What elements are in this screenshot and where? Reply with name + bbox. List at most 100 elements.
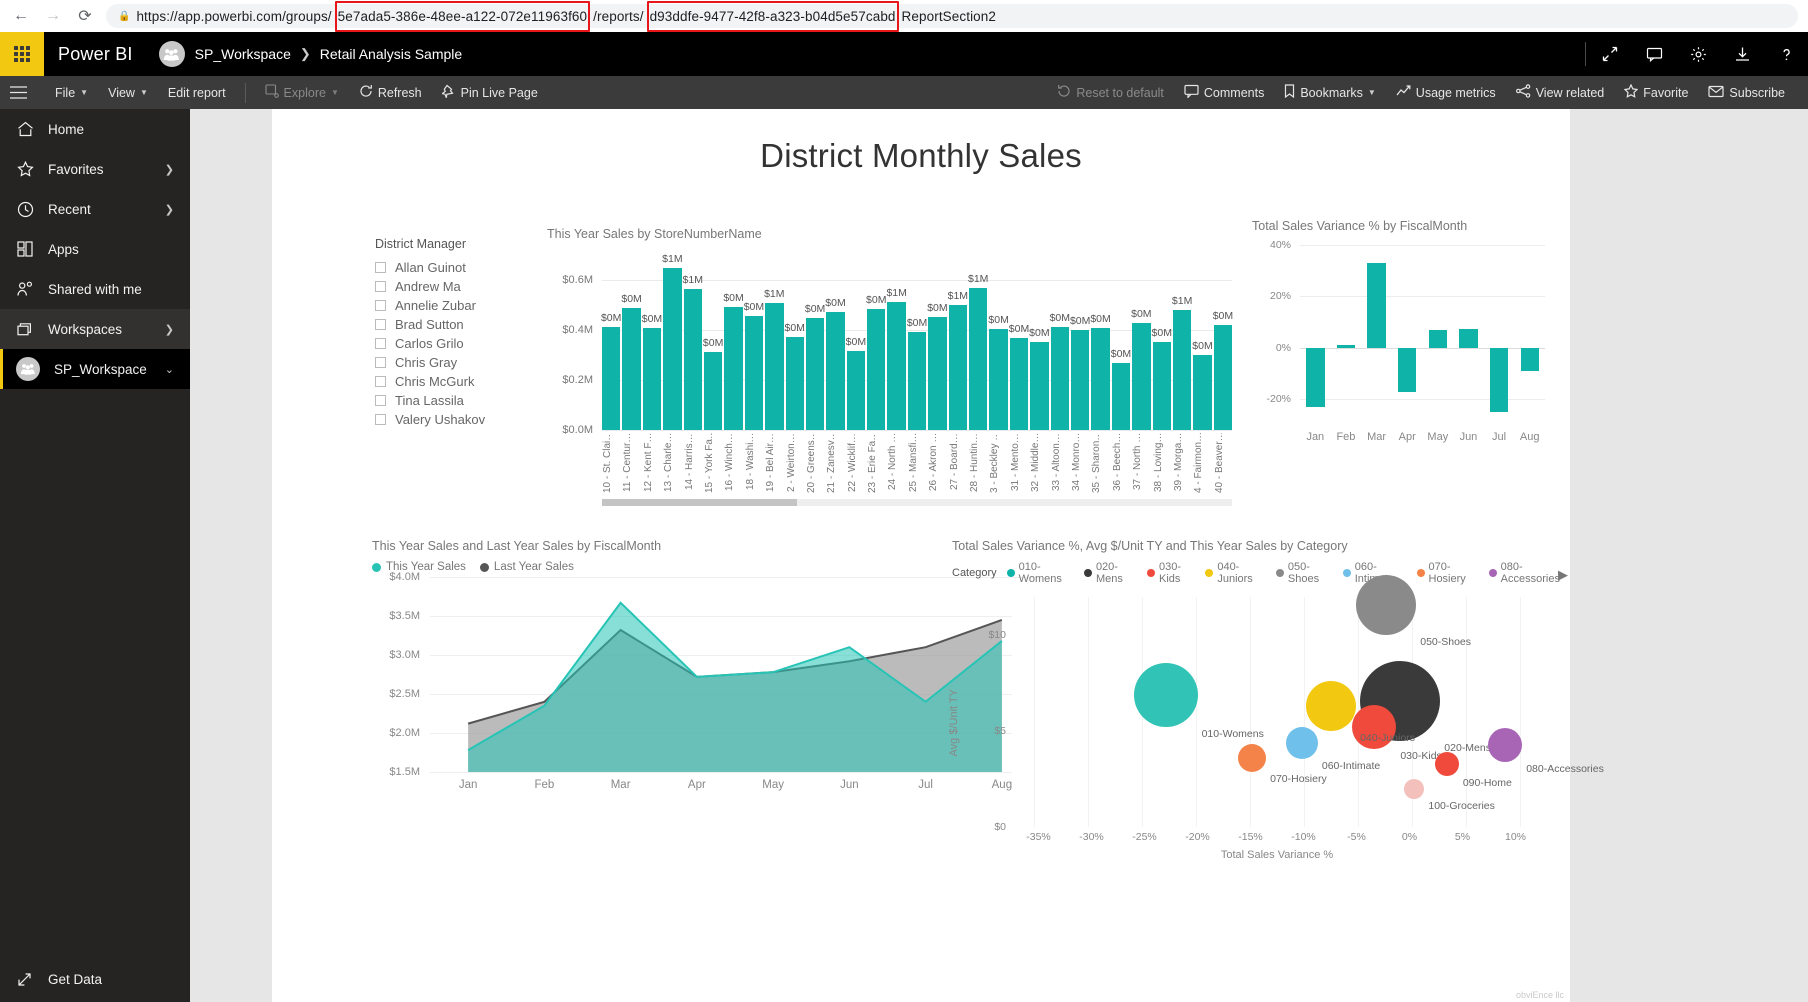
bubble-point[interactable] — [1356, 574, 1417, 635]
refresh-button[interactable]: Refresh — [350, 79, 431, 106]
bubble-point[interactable] — [1238, 744, 1267, 772]
variance-column[interactable] — [1361, 245, 1392, 425]
bar-column[interactable]: $1M — [968, 255, 988, 430]
edit-report-button[interactable]: Edit report — [159, 81, 235, 105]
bar-column[interactable]: $1M — [948, 255, 968, 430]
bubble-point[interactable] — [1404, 778, 1425, 799]
view-menu-button[interactable]: View ▼ — [99, 81, 157, 105]
pin-live-page-button[interactable]: Pin Live Page — [433, 79, 547, 106]
bar-column[interactable]: $0M — [744, 255, 764, 430]
bar-column[interactable]: $0M — [703, 255, 723, 430]
address-bar[interactable]: 🔒 https://app.powerbi.com/groups/ 5e7ada… — [106, 0, 1798, 32]
bar-column[interactable]: $0M — [927, 255, 948, 430]
slicer-option[interactable]: Allan Guinot — [375, 258, 525, 277]
comments-button[interactable]: Comments — [1175, 79, 1273, 106]
legend-item[interactable]: 070-Hosiery — [1416, 561, 1479, 585]
sidebar-item-recent[interactable]: Recent ❯ — [0, 189, 190, 229]
checkbox-icon[interactable] — [375, 338, 386, 349]
help-icon[interactable] — [1764, 32, 1808, 76]
download-icon[interactable] — [1720, 32, 1764, 76]
slicer-option[interactable]: Chris Gray — [375, 353, 525, 372]
bar-column[interactable]: $0M — [805, 255, 825, 430]
bar-column[interactable]: $0M — [621, 255, 642, 430]
checkbox-icon[interactable] — [375, 357, 386, 368]
bar-column[interactable]: $0M — [1070, 255, 1090, 430]
favorite-button[interactable]: Favorite — [1615, 79, 1697, 106]
bar-column[interactable]: $1M — [683, 255, 703, 430]
bubble-point[interactable] — [1133, 662, 1198, 727]
checkbox-icon[interactable] — [375, 281, 386, 292]
slicer-option[interactable]: Brad Sutton — [375, 315, 525, 334]
slicer-option[interactable]: Tina Lassila — [375, 391, 525, 410]
slicer-option[interactable]: Valery Ushakov — [375, 410, 525, 429]
brand-title[interactable]: Power BI — [58, 44, 133, 65]
sidebar-item-favorites[interactable]: Favorites ❯ — [0, 149, 190, 189]
sidebar-item-home[interactable]: Home — [0, 109, 190, 149]
browser-back-icon[interactable]: ← — [10, 5, 32, 27]
variance-column[interactable] — [1392, 245, 1423, 425]
usage-metrics-button[interactable]: Usage metrics — [1387, 79, 1505, 106]
slicer-option[interactable]: Carlos Grilo — [375, 334, 525, 353]
bar-column[interactable]: $0M — [1111, 255, 1131, 430]
legend-item[interactable]: 040-Juniors — [1205, 561, 1266, 585]
bar-column[interactable]: $1M — [764, 255, 785, 430]
chart-total-sales-variance-by-month[interactable]: Total Sales Variance % by FiscalMonth -2… — [1252, 219, 1552, 489]
bar-column[interactable]: $1M — [662, 253, 683, 430]
bar-column[interactable]: $0M — [1029, 255, 1050, 430]
legend-item[interactable]: 050-Shoes — [1275, 561, 1333, 585]
slicer-option[interactable]: Chris McGurk — [375, 372, 525, 391]
legend-item[interactable]: 020-Mens — [1083, 561, 1137, 585]
feedback-icon[interactable] — [1632, 32, 1676, 76]
bar-column[interactable]: $1M — [886, 255, 907, 430]
bookmarks-button[interactable]: Bookmarks ▼ — [1275, 79, 1384, 106]
bubble-point[interactable] — [1434, 751, 1459, 776]
view-related-button[interactable]: View related — [1507, 79, 1614, 106]
bubble-point[interactable] — [1488, 727, 1523, 762]
browser-reload-icon[interactable]: ⟳ — [74, 5, 96, 27]
bar-column[interactable]: $0M — [601, 255, 621, 430]
bar-column[interactable]: $0M — [846, 255, 866, 430]
bar-column[interactable]: $0M — [1050, 255, 1070, 430]
bar-column[interactable]: $0M — [825, 255, 846, 430]
breadcrumb-workspace[interactable]: SP_Workspace — [195, 46, 291, 62]
checkbox-icon[interactable] — [375, 319, 386, 330]
fullscreen-icon[interactable] — [1588, 32, 1632, 76]
bar-column[interactable]: $0M — [642, 255, 662, 430]
checkbox-icon[interactable] — [375, 376, 386, 387]
variance-column[interactable] — [1300, 245, 1331, 425]
variance-column[interactable] — [1453, 245, 1484, 425]
sidebar-item-workspaces[interactable]: Workspaces ❯ — [0, 309, 190, 349]
slicer-option[interactable]: Annelie Zubar — [375, 296, 525, 315]
bar-column[interactable]: $1M — [1172, 255, 1192, 430]
bar-column[interactable]: $0M — [1192, 255, 1213, 430]
browser-forward-icon[interactable]: → — [42, 5, 64, 27]
bar-column[interactable]: $0M — [866, 255, 886, 430]
legend-item[interactable]: Last Year Sales — [479, 561, 574, 573]
checkbox-icon[interactable] — [375, 395, 386, 406]
bar-column[interactable]: $0M — [1213, 255, 1233, 430]
horizontal-scrollbar[interactable] — [602, 499, 1232, 506]
checkbox-icon[interactable] — [375, 300, 386, 311]
bubble-point[interactable] — [1285, 726, 1318, 759]
bubble-point[interactable] — [1306, 681, 1357, 732]
checkbox-icon[interactable] — [375, 262, 386, 273]
checkbox-icon[interactable] — [375, 414, 386, 425]
bar-column[interactable]: $0M — [1009, 255, 1029, 430]
settings-icon[interactable] — [1676, 32, 1720, 76]
bar-column[interactable]: $0M — [907, 255, 927, 430]
bar-column[interactable]: $0M — [1152, 255, 1172, 430]
legend-item[interactable]: 030-Kids — [1147, 561, 1195, 585]
sidebar-item-apps[interactable]: Apps — [0, 229, 190, 269]
chart-category-bubble[interactable]: Total Sales Variance %, Avg $/Unit TY an… — [948, 539, 1604, 909]
bar-column[interactable]: $0M — [1090, 255, 1111, 430]
file-menu-button[interactable]: File ▼ — [46, 81, 97, 105]
variance-column[interactable] — [1331, 245, 1362, 425]
nav-toggle-icon[interactable] — [0, 76, 36, 109]
slicer-option[interactable]: Andrew Ma — [375, 277, 525, 296]
legend-item[interactable]: 010-Womens — [1006, 561, 1074, 585]
sidebar-item-shared-with-me[interactable]: Shared with me — [0, 269, 190, 309]
variance-column[interactable] — [1423, 245, 1454, 425]
sidebar-item-sp-workspace[interactable]: SP_Workspace ⌄ — [0, 349, 190, 389]
explore-button[interactable]: Explore ▼ — [256, 79, 348, 106]
bar-column[interactable]: $0M — [723, 255, 744, 430]
